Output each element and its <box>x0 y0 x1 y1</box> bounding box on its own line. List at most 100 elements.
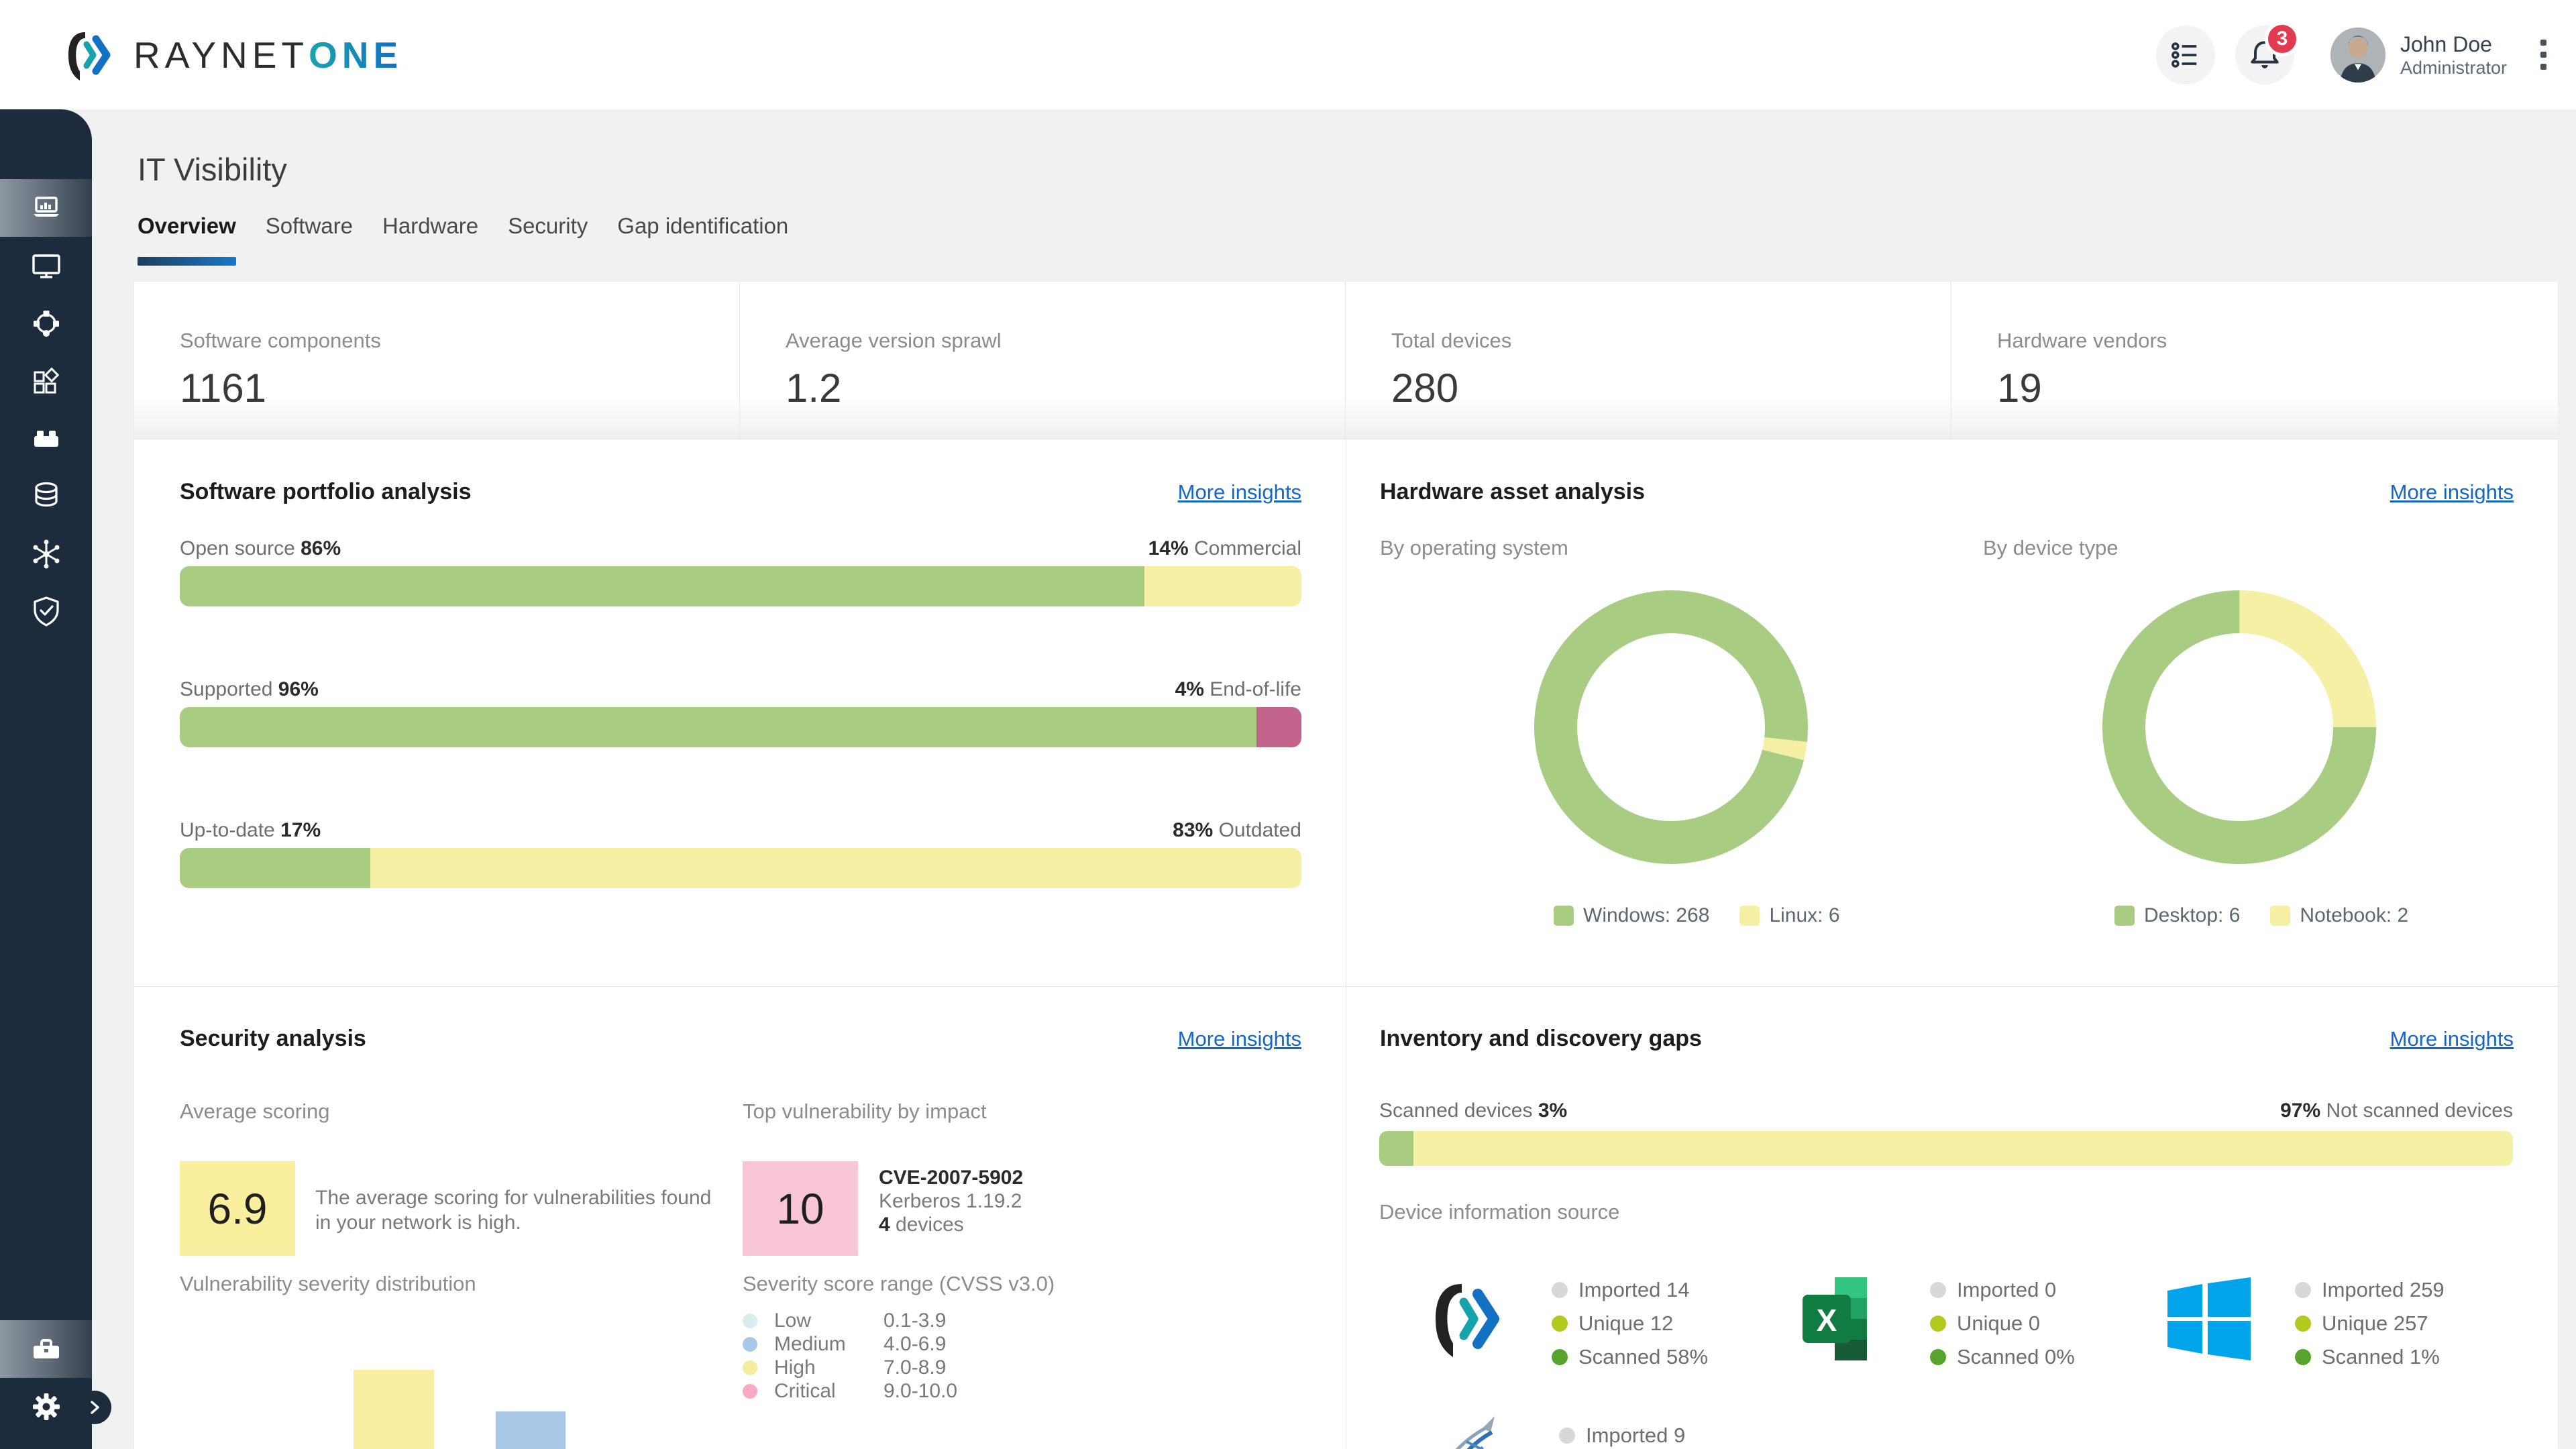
sidebar-expand-button[interactable] <box>78 1391 111 1424</box>
imported-dot <box>1559 1428 1575 1444</box>
sidebar-item-workspace[interactable] <box>0 1320 92 1378</box>
raynet-one-dashboard: RAYNETONE 3 <box>0 0 2576 1449</box>
tab-software[interactable]: Software <box>266 213 353 266</box>
stat-bar-open-source: Open source 86% 14% Commercial <box>180 537 1301 606</box>
cve-devices: 4 devices <box>879 1213 1023 1236</box>
overflow-menu-button[interactable] <box>2531 30 2556 79</box>
user-menu[interactable]: John Doe Administrator <box>2330 28 2507 83</box>
sidebar-item-network[interactable] <box>0 294 92 352</box>
source-windows: Imported 259 Unique 257 Scanned 1% <box>2162 1272 2445 1374</box>
scanned-dot <box>1552 1349 1568 1365</box>
windows-logo <box>2162 1272 2256 1366</box>
brand-logo[interactable]: RAYNETONE <box>57 24 402 86</box>
svg-text:X: X <box>1817 1303 1837 1338</box>
severity-legend-row-low: Low 0.1-3.9 <box>743 1309 957 1332</box>
sidebar-item-data[interactable] <box>0 468 92 525</box>
sidebar-item-applications[interactable] <box>0 352 92 410</box>
grid-diamond-icon <box>28 362 65 400</box>
average-scoring-label: Average scoring <box>180 1099 329 1124</box>
brick-icon <box>28 420 65 458</box>
more-insights-link[interactable]: More insights <box>2390 480 2514 504</box>
source-sql-server: Imported 9 <box>1426 1401 1685 1449</box>
section-inventory-gaps: Inventory and discovery gaps More insigh… <box>1346 986 2558 1449</box>
user-name: John Doe <box>2400 32 2507 57</box>
kpi-strip: Software components 1161 Average version… <box>134 282 2558 439</box>
os-donut-chart <box>1530 586 1812 868</box>
legend-swatch-linux <box>1739 906 1760 926</box>
top-bar: RAYNETONE 3 <box>0 0 2576 109</box>
stacked-bar <box>180 848 1301 888</box>
section-hardware-assets: Hardware asset analysis More insights By… <box>1346 440 2558 986</box>
device-donut-legend: Desktop: 6 Notebook: 2 <box>2114 904 2408 927</box>
tab-hardware[interactable]: Hardware <box>382 213 478 266</box>
notifications-button[interactable]: 3 <box>2235 25 2294 85</box>
top-vulnerability-label: Top vulnerability by impact <box>743 1099 987 1124</box>
sidebar-item-dashboard[interactable] <box>0 179 92 237</box>
source-excel: X Imported 0 Unique 0 Scanned 0% <box>1797 1272 2075 1374</box>
brand-wordmark: RAYNETONE <box>133 34 402 76</box>
average-score-description: The average scoring for vulnerabilities … <box>315 1185 731 1235</box>
stat-bar-up-to-date: Up-to-date 17% 83% Outdated <box>180 819 1301 888</box>
sidebar <box>0 109 92 1449</box>
task-list-button[interactable] <box>2156 25 2215 85</box>
network-group-icon <box>28 305 65 342</box>
notification-badge: 3 <box>2265 21 2300 56</box>
unique-dot <box>2295 1316 2311 1332</box>
brand-secondary: ONE <box>309 34 402 76</box>
severity-dot-high <box>743 1360 757 1375</box>
cve-product: Kerberos 1.19.2 <box>879 1189 1023 1213</box>
sidebar-item-compliance[interactable] <box>0 583 92 641</box>
tab-overview[interactable]: Overview <box>138 213 236 266</box>
severity-dot-medium <box>743 1337 757 1352</box>
device-type-donut-chart <box>2098 586 2380 868</box>
avatar <box>2330 28 2385 83</box>
tab-security[interactable]: Security <box>508 213 588 266</box>
sidebar-item-components[interactable] <box>0 410 92 468</box>
source-raynet-one: Imported 14 Unique 12 Scanned 58% <box>1419 1272 1708 1374</box>
scanned-devices-bar <box>1379 1131 2513 1166</box>
top-vulnerability-score-box: 10 <box>743 1161 858 1256</box>
imported-dot <box>1552 1282 1568 1298</box>
more-insights-link[interactable]: More insights <box>1178 480 1301 504</box>
section-software-portfolio: Software portfolio analysis More insight… <box>134 440 1346 986</box>
page-title: IT Visibility <box>138 151 287 188</box>
severity-legend-row-medium: Medium 4.0-6.9 <box>743 1332 957 1356</box>
device-info-source-label: Device information source <box>1379 1200 1619 1224</box>
legend-swatch-notebook <box>2270 906 2290 926</box>
sidebar-item-integrations[interactable] <box>0 525 92 583</box>
severity-legend: Low 0.1-3.9 Medium 4.0-6.9 High 7.0-8.9 … <box>743 1309 957 1403</box>
tab-bar: Overview Software Hardware Security Gap … <box>138 213 788 266</box>
severity-legend-row-critical: Critical 9.0-10.0 <box>743 1379 957 1403</box>
kebab-icon <box>2540 40 2546 46</box>
shield-check-icon <box>28 593 65 631</box>
stacked-bar <box>180 566 1301 606</box>
more-insights-link[interactable]: More insights <box>1178 1027 1301 1051</box>
severity-range-label: Severity score range (CVSS v3.0) <box>743 1272 1055 1296</box>
imported-dot <box>1930 1282 1946 1298</box>
database-icon <box>28 478 65 515</box>
section-title: Hardware asset analysis <box>1380 479 1645 505</box>
donut-label-device-type: By device type <box>1983 536 2118 560</box>
brand-logo-icon <box>57 24 119 86</box>
tab-gap-identification[interactable]: Gap identification <box>617 213 788 266</box>
sidebar-bottom <box>0 1320 92 1436</box>
stacked-bar <box>180 707 1301 747</box>
legend-swatch-desktop <box>2114 906 2135 926</box>
sql-server-logo <box>1426 1401 1520 1449</box>
cve-details: CVE-2007-5902 Kerberos 1.19.2 4 devices <box>879 1166 1023 1236</box>
cve-id: CVE-2007-5902 <box>879 1166 1023 1189</box>
sidebar-nav <box>0 179 92 641</box>
donut-label-os: By operating system <box>1380 536 1568 560</box>
severity-legend-row-high: High 7.0-8.9 <box>743 1356 957 1379</box>
chevron-right-icon <box>87 1400 102 1415</box>
kpi-hardware-vendors: Hardware vendors 19 <box>1951 282 2557 439</box>
imported-dot <box>2295 1282 2311 1298</box>
severity-distribution-label: Vulnerability severity distribution <box>180 1272 476 1296</box>
more-insights-link[interactable]: More insights <box>2390 1027 2514 1051</box>
legend-swatch-windows <box>1554 906 1574 926</box>
severity-dot-low <box>743 1313 757 1328</box>
sidebar-item-devices[interactable] <box>0 237 92 294</box>
monitor-icon <box>28 247 65 284</box>
kpi-software-components: Software components 1161 <box>134 282 740 439</box>
scanned-devices-labels: Scanned devices 3% 97% Not scanned devic… <box>1379 1099 2513 1122</box>
